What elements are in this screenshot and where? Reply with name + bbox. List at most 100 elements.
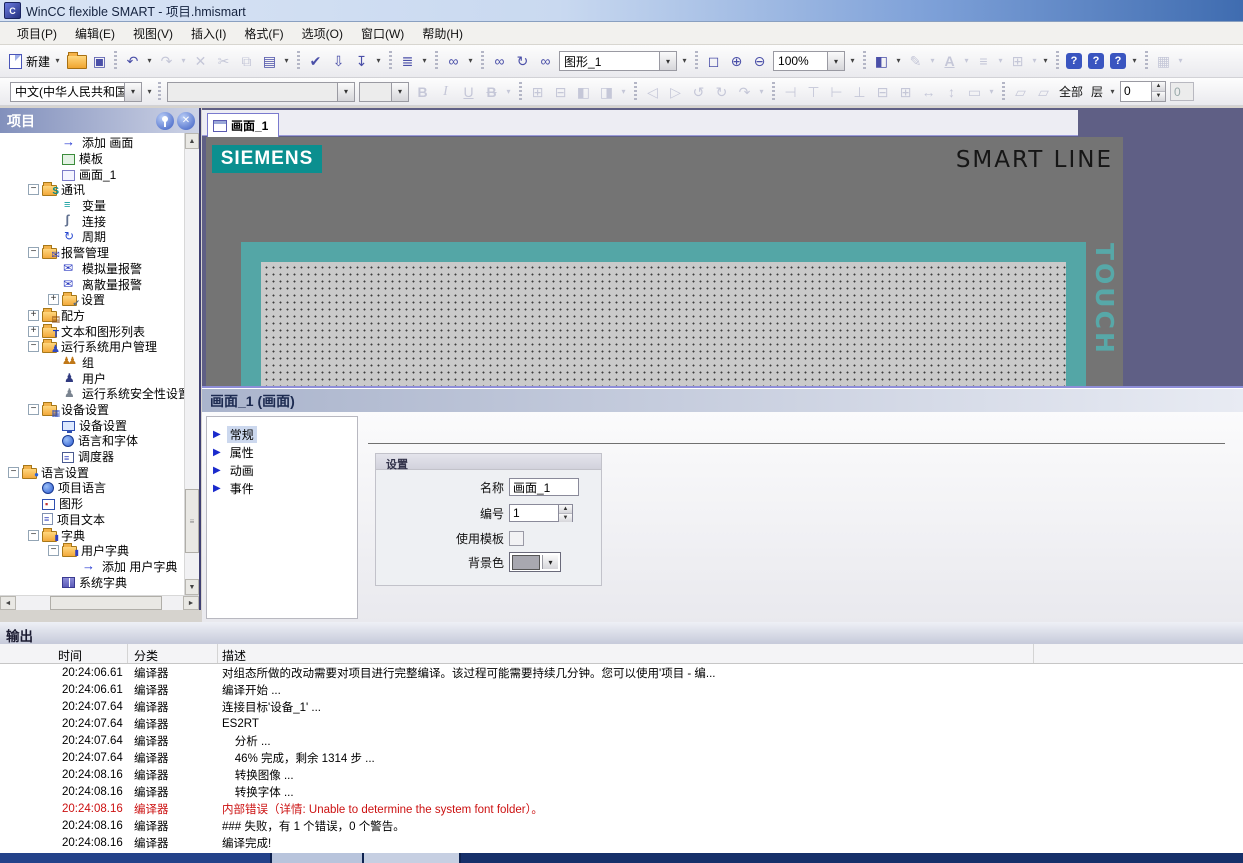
tree-item[interactable]: − 设备设置	[0, 402, 184, 418]
properties-nav-item[interactable]: ▶ 常规	[207, 425, 357, 443]
tree-item[interactable]: 添加 用户字典	[0, 559, 184, 575]
column-header-description[interactable]: 描述	[218, 644, 1034, 663]
tree-item[interactable]: 项目语言	[0, 480, 184, 496]
dropdown-caret[interactable]: ▾	[145, 81, 154, 102]
flip-vertical-button[interactable]: ◁	[642, 81, 663, 102]
scrollbar-thumb[interactable]	[50, 596, 162, 610]
tree-horizontal-scrollbar[interactable]: ◄ ►	[0, 595, 199, 610]
tree-item[interactable]: 周期	[0, 229, 184, 245]
open-button[interactable]	[67, 55, 87, 69]
chevron-down-icon[interactable]: ▾	[827, 52, 844, 70]
dropdown-caret[interactable]: ▾	[1130, 51, 1139, 72]
bold-button[interactable]: B	[412, 81, 433, 102]
tree-item[interactable]: 调度器	[0, 449, 184, 465]
border-style-button[interactable]: ⊞	[1007, 51, 1028, 72]
save-button[interactable]: ▣	[89, 51, 110, 72]
new-button[interactable]: 新建 ▾	[6, 50, 66, 73]
line-style-button[interactable]: ≡	[973, 51, 994, 72]
dropdown-caret[interactable]: ▾	[962, 51, 971, 72]
screen-work-area[interactable]	[261, 262, 1066, 386]
expander-icon[interactable]: −	[28, 404, 39, 415]
dropdown-caret[interactable]: ▾	[996, 51, 1005, 72]
transfer-button[interactable]: ⇩	[328, 51, 349, 72]
menu-item[interactable]: 编辑(E)	[66, 22, 124, 45]
dropdown-caret[interactable]: ▾	[757, 81, 766, 102]
dropdown-caret[interactable]: ▾	[282, 51, 291, 72]
menu-item[interactable]: 选项(O)	[293, 22, 352, 45]
zoom-out-button[interactable]: ⊖	[749, 51, 770, 72]
language-combo[interactable]: 中文(中华人民共和国) ▾	[10, 82, 142, 102]
expander-icon[interactable]: −	[8, 467, 19, 478]
chevron-down-icon[interactable]: ▾	[542, 555, 558, 569]
scroll-right-icon[interactable]: ►	[183, 596, 199, 610]
tree-item[interactable]: 离散量报警	[0, 276, 184, 292]
find-in-project-button[interactable]: ∞	[489, 51, 510, 72]
strikethrough-button[interactable]: B	[481, 81, 502, 102]
dropdown-caret[interactable]: ▾	[619, 81, 628, 102]
expander-icon[interactable]: +	[28, 310, 39, 321]
spin-down-icon[interactable]: ▼	[559, 513, 572, 522]
use-template-checkbox[interactable]	[509, 531, 524, 546]
chevron-down-icon[interactable]: ▾	[124, 83, 141, 101]
tag-list-button[interactable]: ≣	[397, 51, 418, 72]
brush-button[interactable]: ✎	[905, 51, 926, 72]
scrollbar-thumb[interactable]: ≡	[185, 489, 199, 553]
output-row[interactable]: 20:24:07.64 编译器 连接目标'设备_1' ...	[0, 698, 1243, 715]
align-right-button[interactable]: ⊢	[826, 81, 847, 102]
sync-button[interactable]: ↻	[512, 51, 533, 72]
center-horizontal-button[interactable]: ⊟	[872, 81, 893, 102]
menu-item[interactable]: 视图(V)	[124, 22, 182, 45]
tree-item[interactable]: 图形	[0, 496, 184, 512]
tree-item[interactable]: 变量	[0, 198, 184, 214]
spin-up-icon[interactable]: ▲	[1152, 82, 1165, 91]
same-height-button[interactable]: ↕	[941, 81, 962, 102]
screen-canvas[interactable]: SIEMENS SMART LINE TOUCH	[206, 137, 1123, 386]
tree-item[interactable]: 模板	[0, 151, 184, 167]
copy-button[interactable]: ⧉	[236, 51, 257, 72]
download-button[interactable]: ↧	[351, 51, 372, 72]
menu-item[interactable]: 帮助(H)	[413, 22, 472, 45]
tree-item[interactable]: − 用户字典	[0, 543, 184, 559]
spin-down-icon[interactable]: ▼	[1152, 91, 1165, 101]
expander-icon[interactable]: −	[28, 184, 39, 195]
dropdown-caret[interactable]: ▾	[466, 51, 475, 72]
print-preview-button[interactable]: ▦	[1153, 51, 1174, 72]
chevron-down-icon[interactable]: ▾	[659, 52, 676, 70]
rotate-right-button[interactable]: ↻	[711, 81, 732, 102]
italic-button[interactable]: I	[435, 81, 456, 102]
fill-color-button[interactable]: ◧	[871, 51, 892, 72]
tree-item[interactable]: 运行系统安全性设置	[0, 386, 184, 402]
scroll-left-icon[interactable]: ◄	[0, 596, 16, 610]
zoom-combo[interactable]: 100% ▾	[773, 51, 845, 71]
tree-item[interactable]: 语言和字体	[0, 433, 184, 449]
output-row[interactable]: 20:24:08.16 编译器 内部错误（详情: Unable to deter…	[0, 800, 1243, 817]
dropdown-caret[interactable]: ▾	[894, 51, 903, 72]
tree-item[interactable]: 添加 画面	[0, 135, 184, 151]
tree-item[interactable]: 系统字典	[0, 574, 184, 590]
properties-nav-item[interactable]: ▶ 属性	[207, 443, 357, 461]
rotate-left-button[interactable]: ↺	[688, 81, 709, 102]
dropdown-caret[interactable]: ▾	[1041, 51, 1050, 72]
menu-item[interactable]: 插入(I)	[182, 22, 235, 45]
scroll-down-icon[interactable]: ▼	[185, 579, 199, 595]
output-row[interactable]: 20:24:08.16 编译器 转换字体 ...	[0, 783, 1243, 800]
expander-icon[interactable]: −	[28, 530, 39, 541]
output-row[interactable]: 20:24:08.16 编译器 ### 失败，有 1 个错误，0 个警告。	[0, 817, 1243, 834]
tree-item[interactable]: 组	[0, 355, 184, 371]
tab-screen-1[interactable]: 画面_1	[207, 113, 279, 137]
ungroup-button[interactable]: ⊟	[550, 81, 571, 102]
tree-item[interactable]: 项目文本	[0, 512, 184, 528]
column-header-time[interactable]: 时间	[0, 644, 128, 663]
menu-item[interactable]: 项目(P)	[8, 22, 66, 45]
close-icon[interactable]: ✕	[177, 112, 195, 130]
tree-item[interactable]: 模拟量报警	[0, 261, 184, 277]
expander-icon[interactable]: −	[48, 545, 59, 556]
dropdown-caret[interactable]: ▾	[1176, 51, 1185, 72]
redo-button[interactable]: ↷	[156, 51, 177, 72]
underline-button[interactable]: U	[458, 81, 479, 102]
dropdown-caret[interactable]: ▾	[848, 51, 857, 72]
tree-item[interactable]: + 设置	[0, 292, 184, 308]
font-color-button[interactable]: A	[939, 51, 960, 72]
properties-nav-item[interactable]: ▶ 事件	[207, 479, 357, 497]
align-top-button[interactable]: ⊤	[803, 81, 824, 102]
